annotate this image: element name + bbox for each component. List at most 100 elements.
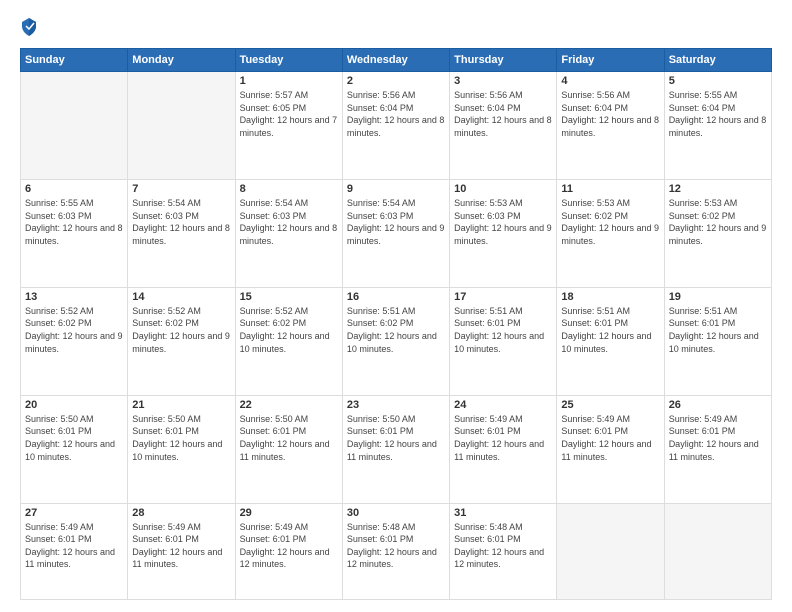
weekday-header-row: SundayMondayTuesdayWednesdayThursdayFrid…	[21, 49, 772, 72]
weekday-header-wednesday: Wednesday	[342, 49, 449, 72]
day-info: Sunrise: 5:52 AMSunset: 6:02 PMDaylight:…	[132, 305, 230, 355]
calendar-cell: 20 Sunrise: 5:50 AMSunset: 6:01 PMDayligh…	[21, 395, 128, 503]
day-info: Sunrise: 5:48 AMSunset: 6:01 PMDaylight:…	[454, 521, 552, 571]
calendar-cell: 28Sunrise: 5:49 AMSunset: 6:01 PMDayligh…	[128, 503, 235, 599]
day-number: 22	[240, 399, 338, 411]
day-info: Sunrise: 5:54 AMSunset: 6:03 PMDaylight:…	[132, 197, 230, 247]
day-info: Sunrise: 5:49 AMSunset: 6:01 PMDaylight:…	[25, 521, 123, 571]
day-info: Sunrise: 5:54 AMSunset: 6:03 PMDaylight:…	[240, 197, 338, 247]
day-info: Sunrise: 5:54 AMSunset: 6:03 PMDaylight:…	[347, 197, 445, 247]
calendar-cell: 30 Sunrise: 5:48 AMSunset: 6:01 PMDayligh…	[342, 503, 449, 599]
weekday-header-thursday: Thursday	[450, 49, 557, 72]
day-number: 20	[25, 399, 123, 411]
calendar-cell	[557, 503, 664, 599]
calendar-cell: 8 Sunrise: 5:54 AMSunset: 6:03 PMDaylight…	[235, 179, 342, 287]
calendar-cell	[21, 72, 128, 180]
day-number: 3	[454, 75, 552, 87]
day-info: Sunrise: 5:53 AMSunset: 6:02 PMDaylight:…	[561, 197, 659, 247]
day-number: 25	[561, 399, 659, 411]
weekday-header-friday: Friday	[557, 49, 664, 72]
calendar-cell: 11 Sunrise: 5:53 AMSunset: 6:02 PMDayligh…	[557, 179, 664, 287]
day-info: Sunrise: 5:50 AMSunset: 6:01 PMDaylight:…	[240, 413, 338, 463]
week-row-5: 27Sunrise: 5:49 AMSunset: 6:01 PMDayligh…	[21, 503, 772, 599]
calendar-cell: 2Sunrise: 5:56 AMSunset: 6:04 PMDaylight…	[342, 72, 449, 180]
day-info: Sunrise: 5:50 AMSunset: 6:01 PMDaylight:…	[132, 413, 230, 463]
page: SundayMondayTuesdayWednesdayThursdayFrid…	[0, 0, 792, 612]
calendar-cell: 31 Sunrise: 5:48 AMSunset: 6:01 PMDayligh…	[450, 503, 557, 599]
day-number: 19	[669, 291, 767, 303]
calendar-cell	[128, 72, 235, 180]
week-row-2: 6 Sunrise: 5:55 AMSunset: 6:03 PMDaylight…	[21, 179, 772, 287]
day-number: 6	[25, 183, 123, 195]
logo	[20, 16, 42, 38]
day-info: Sunrise: 5:49 AMSunset: 6:01 PMDaylight:…	[561, 413, 659, 463]
day-number: 14	[132, 291, 230, 303]
weekday-header-tuesday: Tuesday	[235, 49, 342, 72]
header	[20, 16, 772, 38]
week-row-1: 1 Sunrise: 5:57 AMSunset: 6:05 PMDaylight…	[21, 72, 772, 180]
calendar-cell: 3Sunrise: 5:56 AMSunset: 6:04 PMDaylight…	[450, 72, 557, 180]
day-number: 16	[347, 291, 445, 303]
day-number: 8	[240, 183, 338, 195]
day-number: 17	[454, 291, 552, 303]
day-info: Sunrise: 5:52 AMSunset: 6:02 PMDaylight:…	[25, 305, 123, 355]
day-info: Sunrise: 5:49 AMSunset: 6:01 PMDaylight:…	[669, 413, 767, 463]
day-info: Sunrise: 5:51 AMSunset: 6:01 PMDaylight:…	[454, 305, 552, 355]
day-info: Sunrise: 5:48 AMSunset: 6:01 PMDaylight:…	[347, 521, 445, 571]
calendar-cell: 25 Sunrise: 5:49 AMSunset: 6:01 PMDayligh…	[557, 395, 664, 503]
calendar-cell: 27Sunrise: 5:49 AMSunset: 6:01 PMDayligh…	[21, 503, 128, 599]
calendar-cell: 9 Sunrise: 5:54 AMSunset: 6:03 PMDaylight…	[342, 179, 449, 287]
logo-icon	[20, 16, 38, 38]
calendar-cell: 16 Sunrise: 5:51 AMSunset: 6:02 PMDayligh…	[342, 287, 449, 395]
day-info: Sunrise: 5:56 AMSunset: 6:04 PMDaylight:…	[561, 89, 659, 139]
calendar-cell: 5Sunrise: 5:55 AMSunset: 6:04 PMDaylight…	[664, 72, 771, 180]
calendar-cell: 4 Sunrise: 5:56 AMSunset: 6:04 PMDaylight…	[557, 72, 664, 180]
day-number: 29	[240, 507, 338, 519]
day-number: 30	[347, 507, 445, 519]
day-number: 4	[561, 75, 659, 87]
day-info: Sunrise: 5:49 AMSunset: 6:01 PMDaylight:…	[132, 521, 230, 571]
day-number: 5	[669, 75, 767, 87]
calendar: SundayMondayTuesdayWednesdayThursdayFrid…	[20, 48, 772, 600]
week-row-4: 20 Sunrise: 5:50 AMSunset: 6:01 PMDayligh…	[21, 395, 772, 503]
day-info: Sunrise: 5:49 AMSunset: 6:01 PMDaylight:…	[240, 521, 338, 571]
calendar-cell: 14 Sunrise: 5:52 AMSunset: 6:02 PMDayligh…	[128, 287, 235, 395]
day-info: Sunrise: 5:53 AMSunset: 6:02 PMDaylight:…	[669, 197, 767, 247]
day-number: 24	[454, 399, 552, 411]
calendar-cell: 19Sunrise: 5:51 AMSunset: 6:01 PMDayligh…	[664, 287, 771, 395]
day-number: 31	[454, 507, 552, 519]
day-info: Sunrise: 5:56 AMSunset: 6:04 PMDaylight:…	[347, 89, 445, 139]
calendar-cell: 21 Sunrise: 5:50 AMSunset: 6:01 PMDayligh…	[128, 395, 235, 503]
day-info: Sunrise: 5:50 AMSunset: 6:01 PMDaylight:…	[25, 413, 123, 463]
day-number: 11	[561, 183, 659, 195]
day-info: Sunrise: 5:51 AMSunset: 6:02 PMDaylight:…	[347, 305, 445, 355]
day-info: Sunrise: 5:52 AMSunset: 6:02 PMDaylight:…	[240, 305, 338, 355]
calendar-cell: 22 Sunrise: 5:50 AMSunset: 6:01 PMDayligh…	[235, 395, 342, 503]
day-number: 18	[561, 291, 659, 303]
day-info: Sunrise: 5:49 AMSunset: 6:01 PMDaylight:…	[454, 413, 552, 463]
calendar-cell: 13Sunrise: 5:52 AMSunset: 6:02 PMDayligh…	[21, 287, 128, 395]
day-info: Sunrise: 5:55 AMSunset: 6:03 PMDaylight:…	[25, 197, 123, 247]
calendar-cell: 10 Sunrise: 5:53 AMSunset: 6:03 PMDayligh…	[450, 179, 557, 287]
weekday-header-monday: Monday	[128, 49, 235, 72]
day-number: 15	[240, 291, 338, 303]
week-row-3: 13Sunrise: 5:52 AMSunset: 6:02 PMDayligh…	[21, 287, 772, 395]
weekday-header-sunday: Sunday	[21, 49, 128, 72]
day-info: Sunrise: 5:50 AMSunset: 6:01 PMDaylight:…	[347, 413, 445, 463]
day-number: 12	[669, 183, 767, 195]
calendar-cell: 17 Sunrise: 5:51 AMSunset: 6:01 PMDayligh…	[450, 287, 557, 395]
calendar-cell: 6 Sunrise: 5:55 AMSunset: 6:03 PMDaylight…	[21, 179, 128, 287]
day-info: Sunrise: 5:51 AMSunset: 6:01 PMDaylight:…	[561, 305, 659, 355]
day-info: Sunrise: 5:57 AMSunset: 6:05 PMDaylight:…	[240, 89, 338, 139]
calendar-cell: 24 Sunrise: 5:49 AMSunset: 6:01 PMDayligh…	[450, 395, 557, 503]
day-number: 23	[347, 399, 445, 411]
day-info: Sunrise: 5:53 AMSunset: 6:03 PMDaylight:…	[454, 197, 552, 247]
calendar-cell: 12 Sunrise: 5:53 AMSunset: 6:02 PMDayligh…	[664, 179, 771, 287]
day-number: 9	[347, 183, 445, 195]
day-number: 10	[454, 183, 552, 195]
day-number: 21	[132, 399, 230, 411]
day-number: 1	[240, 75, 338, 87]
calendar-cell: 23 Sunrise: 5:50 AMSunset: 6:01 PMDayligh…	[342, 395, 449, 503]
day-number: 7	[132, 183, 230, 195]
calendar-cell: 18 Sunrise: 5:51 AMSunset: 6:01 PMDayligh…	[557, 287, 664, 395]
